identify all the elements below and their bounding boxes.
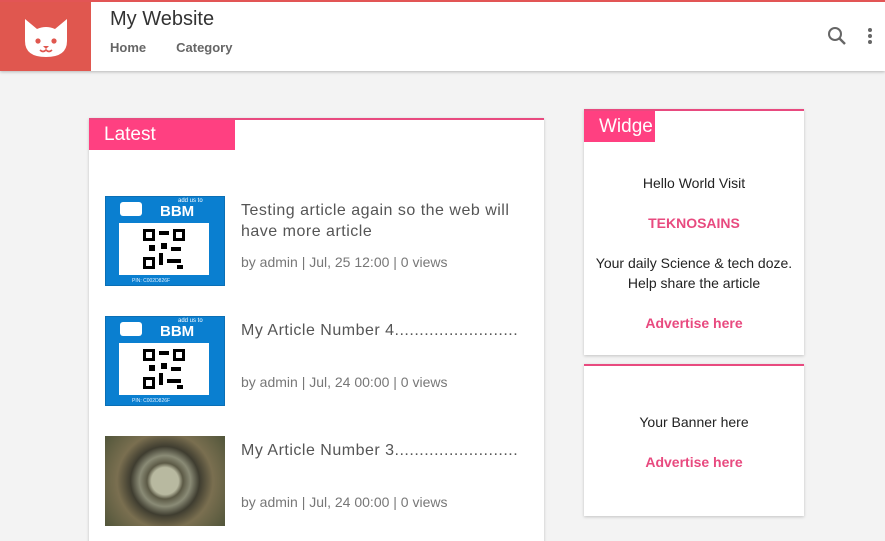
bbm-logo-icon: [120, 202, 142, 216]
nav-category[interactable]: Category: [176, 40, 232, 55]
site-logo[interactable]: [0, 2, 91, 71]
advertise-link[interactable]: Advertise here: [584, 452, 804, 472]
list-item[interactable]: My Article Number 3.....................…: [105, 436, 525, 536]
post-title[interactable]: My Article Number 4.....................…: [241, 320, 521, 341]
advertise-link[interactable]: Advertise here: [584, 313, 804, 333]
post-meta: by admin | Jul, 25 12:00 | 0 views: [241, 254, 448, 270]
bbm-word: BBM: [160, 203, 195, 220]
post-meta: by admin | Jul, 24 00:00 | 0 views: [241, 374, 448, 390]
latest-label: Latest: [89, 120, 235, 150]
more-vert-icon[interactable]: [867, 27, 873, 45]
list-item[interactable]: add us to BBM PIN: C002D826F Testing art…: [105, 196, 525, 296]
banner-text: Your Banner here: [639, 414, 749, 430]
cat-logo-icon: [24, 18, 67, 57]
bbm-pin-text: PIN: C002D826F: [132, 398, 171, 404]
header-actions: [827, 26, 873, 46]
top-app-bar: My Website Home Category: [0, 0, 885, 71]
nav-home[interactable]: Home: [110, 40, 146, 55]
post-thumbnail[interactable]: add us to BBM PIN: C002D826F: [105, 316, 225, 406]
qr-code-icon: [119, 223, 209, 275]
search-icon[interactable]: [827, 26, 847, 46]
latest-panel: Latest add us to BBM PIN: C002D826F Test…: [89, 118, 544, 541]
site-title[interactable]: My Website: [110, 8, 214, 31]
list-item[interactable]: add us to BBM PIN: C002D826F My Article …: [105, 316, 525, 416]
widget-description: Your daily Science & tech doze. Help sha…: [595, 255, 793, 291]
teknosains-link[interactable]: TEKNOSAINS: [584, 213, 804, 233]
widget-greeting: Hello World Visit: [642, 175, 746, 191]
post-title[interactable]: My Article Number 3.....................…: [241, 440, 521, 461]
post-title[interactable]: Testing article again so the web will ha…: [241, 200, 521, 242]
bbm-pin-text: PIN: C002D826F: [132, 278, 171, 284]
bbm-logo-icon: [120, 322, 142, 336]
widget-label: Widge: [584, 111, 655, 142]
banner-widget-card: Your Banner here Advertise here: [584, 364, 804, 516]
qr-code-icon: [119, 343, 209, 395]
post-meta: by admin | Jul, 24 00:00 | 0 views: [241, 494, 448, 510]
main-nav: Home Category: [110, 40, 232, 55]
post-thumbnail[interactable]: [105, 436, 225, 526]
post-thumbnail[interactable]: add us to BBM PIN: C002D826F: [105, 196, 225, 286]
bbm-word: BBM: [160, 323, 195, 340]
widget-card: Widge Hello World Visit TEKNOSAINS Your …: [584, 109, 804, 355]
